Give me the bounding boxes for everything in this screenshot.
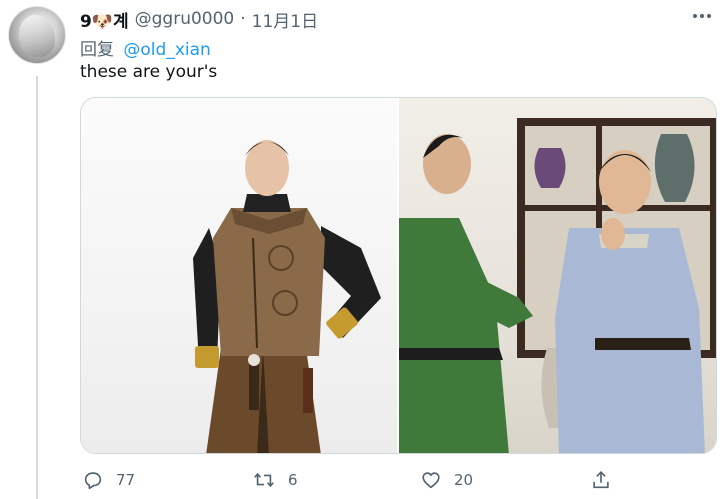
reply-bubble-icon xyxy=(84,472,102,490)
reply-prefix: 回复 xyxy=(80,40,114,60)
share-upload-icon xyxy=(593,471,609,489)
like-button[interactable]: 20 xyxy=(420,466,473,494)
retweet-count: 6 xyxy=(288,471,298,489)
photo-right[interactable] xyxy=(399,98,716,453)
tweet-actions: 77 6 20 xyxy=(80,466,640,494)
header-separator: · xyxy=(240,9,246,29)
photo-left-illustration xyxy=(193,140,381,453)
reply-context: 回复 @old_xian xyxy=(80,35,211,60)
photo-right-illustration xyxy=(399,118,716,453)
tweet-date[interactable]: 11月1日 xyxy=(252,7,318,32)
tweet-text: these are your's xyxy=(80,62,218,82)
media-grid xyxy=(80,97,717,454)
display-name[interactable]: 9🐶계 xyxy=(80,7,129,32)
share-button[interactable] xyxy=(590,466,612,494)
photo-left[interactable] xyxy=(81,98,397,453)
avatar[interactable] xyxy=(8,6,66,64)
tweet-header: 9🐶계 @ggru0000 · 11月1日 xyxy=(80,6,318,32)
user-handle[interactable]: @ggru0000 xyxy=(135,9,235,29)
reply-count: 77 xyxy=(116,471,136,489)
retweet-button[interactable]: 6 xyxy=(252,466,298,494)
like-count: 20 xyxy=(454,471,474,489)
reply-button[interactable]: 77 xyxy=(82,466,135,494)
reply-mention-link[interactable]: @old_xian xyxy=(123,40,210,60)
thread-line xyxy=(36,76,38,499)
heart-icon xyxy=(422,472,440,489)
retweet-arrows-icon xyxy=(254,472,274,488)
avatar-column xyxy=(8,6,68,499)
more-dots-icon[interactable] xyxy=(693,10,715,22)
